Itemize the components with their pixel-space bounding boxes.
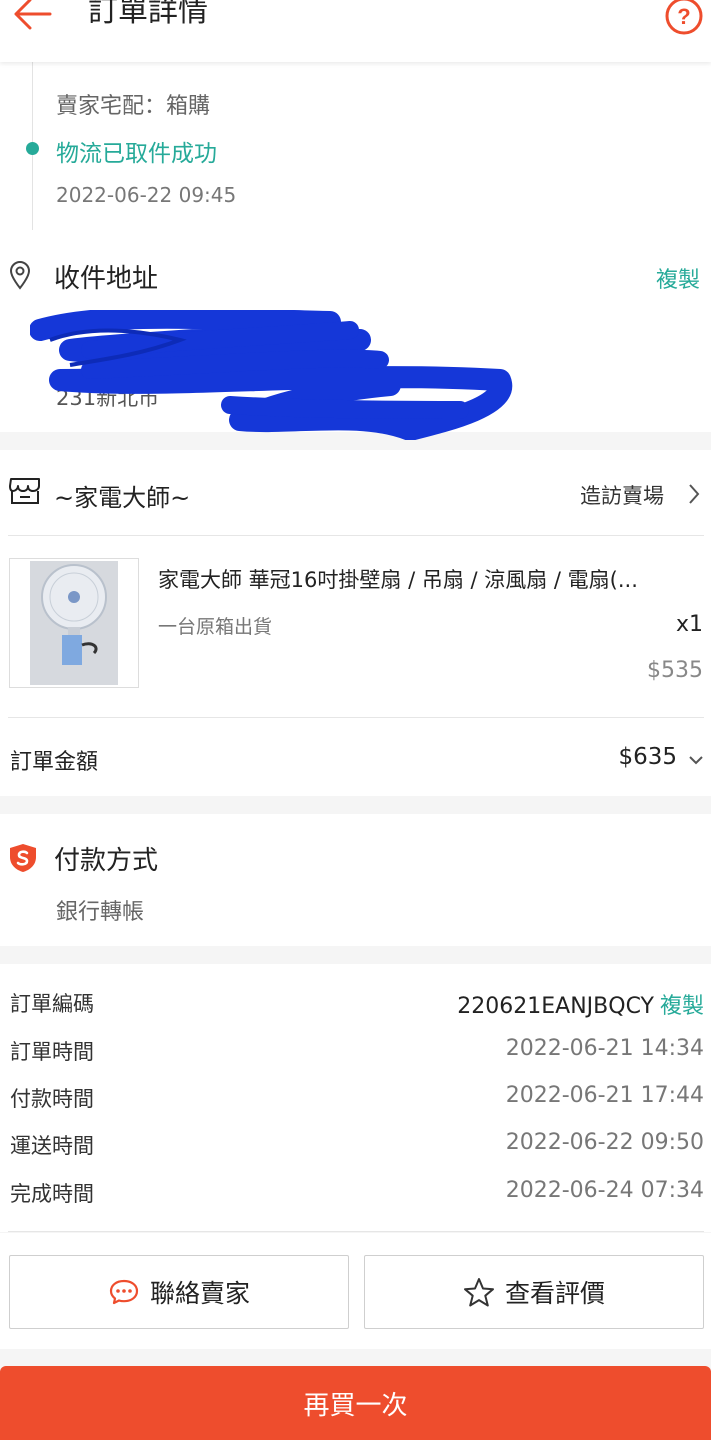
chevron-right-icon[interactable] — [686, 482, 702, 506]
visit-shop-link[interactable]: 造訪賣場 — [580, 480, 664, 510]
wall-fan-image-icon — [30, 561, 118, 685]
product-quantity: x1 — [675, 612, 703, 637]
tracking-time: 2022-06-22 09:45 — [56, 183, 237, 207]
redaction-scribble — [30, 310, 512, 440]
shipping-time-row: 運送時間 2022-06-22 09:50 — [10, 1130, 704, 1170]
divider — [8, 717, 704, 718]
address-title: 收件地址 — [54, 264, 159, 294]
payment-time-value: 2022-06-21 17:44 — [505, 1083, 704, 1108]
shop-name[interactable]: ~家電大師~ — [54, 478, 190, 513]
location-pin-icon — [8, 260, 32, 290]
order-number-label: 訂單編碼 — [10, 992, 94, 1016]
copy-address-button[interactable]: 複製 — [656, 262, 700, 294]
view-review-button[interactable]: 查看評價 — [364, 1255, 704, 1329]
buy-again-button[interactable]: 再買一次 — [0, 1366, 711, 1440]
svg-text:?: ? — [677, 4, 690, 29]
product-image[interactable] — [9, 558, 139, 688]
view-review-label: 查看評價 — [504, 1279, 605, 1308]
shield-payment-icon — [8, 842, 38, 874]
completion-time-row: 完成時間 2022-06-24 07:34 — [10, 1178, 704, 1218]
divider — [8, 535, 704, 536]
star-icon — [463, 1277, 495, 1307]
order-total-label: 訂單金額 — [10, 750, 99, 775]
chat-bubble-icon — [108, 1278, 140, 1306]
payment-section: 付款方式 銀行轉帳 — [0, 814, 711, 946]
order-info-section: 訂單編碼 220621EANJBQCY 複製 訂單時間 2022-06-21 14… — [0, 964, 711, 1232]
shipping-time-value: 2022-06-22 09:50 — [505, 1130, 704, 1155]
order-time-value: 2022-06-21 14:34 — [505, 1036, 704, 1061]
payment-method: 銀行轉帳 — [56, 900, 145, 925]
completion-time-value: 2022-06-24 07:34 — [505, 1178, 704, 1203]
buy-again-label: 再買一次 — [303, 1390, 408, 1421]
shipping-method: 賣家宅配：箱購 — [56, 94, 211, 119]
copy-order-number-button[interactable]: 複製 — [660, 994, 704, 1019]
top-bar: 訂單詳情 ? — [0, 0, 711, 62]
address-section: 收件地址 複製 231新北市 — [0, 230, 711, 440]
timeline-dot-icon — [26, 142, 39, 155]
chevron-down-icon[interactable] — [688, 752, 704, 766]
actions-section: 聯絡賣家 查看評價 — [0, 1233, 711, 1349]
shipping-time-label: 運送時間 — [10, 1134, 94, 1158]
order-number-row: 訂單編碼 220621EANJBQCY 複製 — [10, 988, 704, 1028]
contact-seller-label: 聯絡賣家 — [149, 1279, 250, 1308]
store-icon — [8, 476, 42, 506]
completion-time-label: 完成時間 — [10, 1182, 94, 1206]
order-time-row: 訂單時間 2022-06-21 14:34 — [10, 1036, 704, 1076]
order-number: 220621EANJBQCY — [457, 994, 654, 1019]
divider — [8, 1231, 704, 1232]
order-total-value[interactable]: $635 — [618, 744, 677, 770]
order-number-value: 220621EANJBQCY 複製 — [457, 988, 704, 1020]
payment-title: 付款方式 — [54, 846, 159, 876]
product-name[interactable]: 家電大師 華冠16吋掛壁扇 / 吊扇 / 涼風扇 / 電扇(... — [158, 564, 698, 594]
tracking-status: 物流已取件成功 — [56, 141, 217, 167]
order-items-section: ~家電大師~ 造訪賣場 家電大師 華冠16吋掛壁扇 / 吊扇 / 涼風扇 / 電… — [0, 450, 711, 796]
order-time-label: 訂單時間 — [10, 1040, 94, 1064]
page-title: 訂單詳情 — [88, 0, 208, 29]
contact-seller-button[interactable]: 聯絡賣家 — [9, 1255, 349, 1329]
product-variant: 一台原箱出貨 — [158, 616, 273, 638]
tracking-section: 賣家宅配：箱購 物流已取件成功 2022-06-22 09:45 — [0, 52, 711, 230]
payment-time-label: 付款時間 — [10, 1087, 94, 1111]
product-price: $535 — [647, 658, 703, 683]
back-arrow-icon[interactable] — [8, 0, 56, 34]
payment-time-row: 付款時間 2022-06-21 17:44 — [10, 1083, 704, 1123]
help-icon[interactable]: ? — [664, 0, 704, 36]
